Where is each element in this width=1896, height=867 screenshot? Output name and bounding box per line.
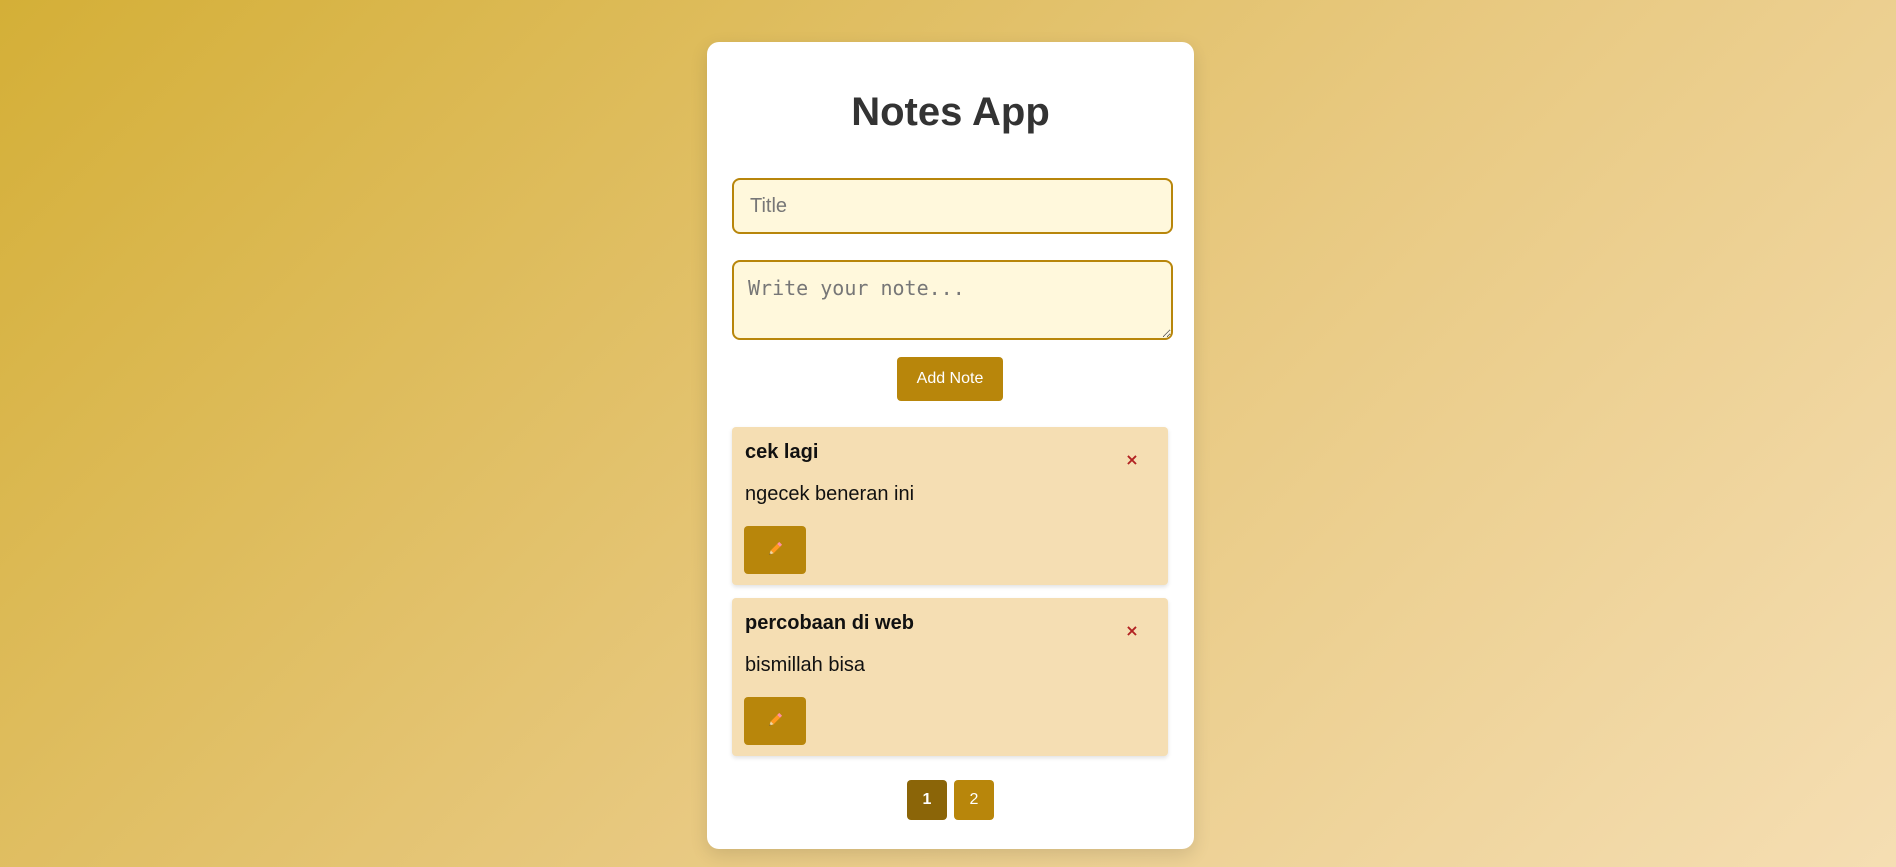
note-title: percobaan di web xyxy=(745,612,914,634)
note-body: ngecek beneran ini xyxy=(745,483,915,505)
note-title: cek lagi xyxy=(745,441,819,463)
add-note-button[interactable]: Add Note xyxy=(897,357,1003,401)
edit-note-button[interactable] xyxy=(744,526,806,574)
notes-card: Notes App Add Note cek lagi × ngecek ben… xyxy=(707,42,1194,849)
pencil-icon xyxy=(766,540,784,561)
note-card: cek lagi × ngecek beneran ini xyxy=(732,427,1168,585)
note-body: bismillah bisa xyxy=(745,654,866,676)
delete-note-button[interactable]: × xyxy=(1118,616,1146,644)
edit-note-button[interactable] xyxy=(744,697,806,745)
pagination: 1 2 xyxy=(907,780,994,820)
note-card: percobaan di web × bismillah bisa xyxy=(732,598,1168,756)
page-button-2[interactable]: 2 xyxy=(954,780,994,820)
delete-note-button[interactable]: × xyxy=(1118,445,1146,473)
pencil-icon xyxy=(766,711,784,732)
title-input[interactable] xyxy=(732,178,1173,234)
page-button-1[interactable]: 1 xyxy=(907,780,947,820)
page-title: Notes App xyxy=(851,90,1050,134)
note-textarea[interactable] xyxy=(732,260,1173,340)
